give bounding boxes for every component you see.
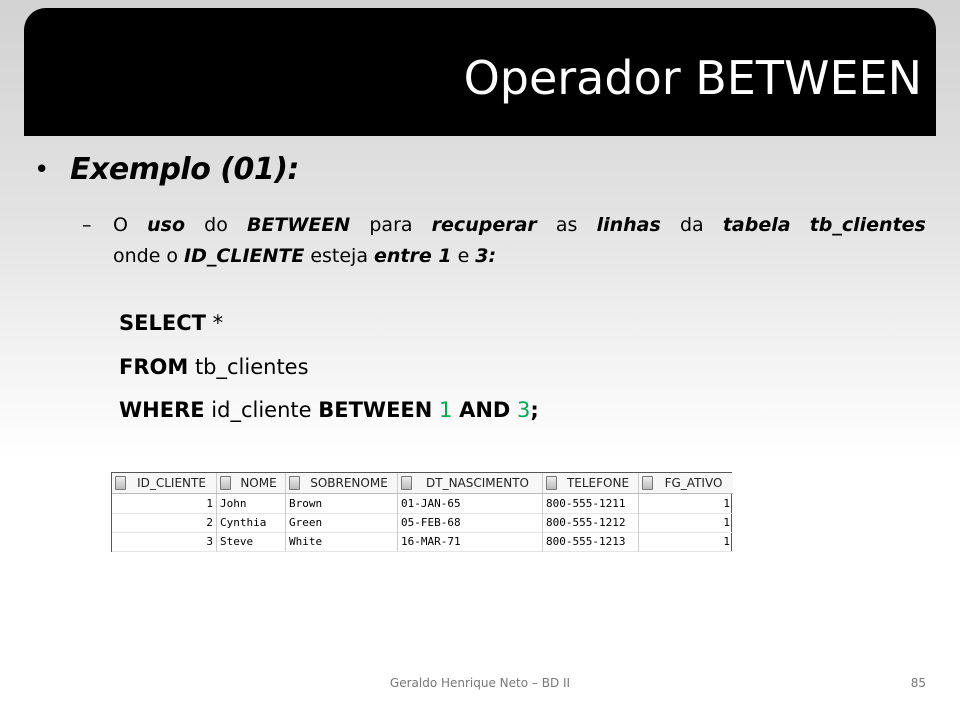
column-header[interactable]: ID_CLIENTE <box>112 473 217 493</box>
sql-keyword: AND <box>459 398 511 422</box>
table-cell: White <box>286 532 398 552</box>
sub-bullet-word: tb_clientes <box>809 214 926 236</box>
column-header-label: ID_CLIENTE <box>137 476 206 490</box>
slide-title: Operador BETWEEN <box>463 51 922 105</box>
table-cell: 16-MAR-71 <box>398 532 543 552</box>
sub-bullet-word: da <box>679 214 704 236</box>
table-cell: 800-555-1212 <box>543 513 639 533</box>
table-cell: 800-555-1213 <box>543 532 639 552</box>
column-header-label: NOME <box>240 476 277 490</box>
table-cell: Steve <box>217 532 286 552</box>
footer-author: Geraldo Henrique Neto – BD II <box>389 676 571 690</box>
sql-keyword: WHERE <box>119 398 205 422</box>
column-header[interactable]: DT_NASCIMENTO <box>398 473 543 493</box>
table-cell: Cynthia <box>217 513 286 533</box>
column-header[interactable]: NOME <box>217 473 286 493</box>
column-type-icon <box>115 476 126 490</box>
column-header[interactable]: TELEFONE <box>543 473 639 493</box>
column-header[interactable]: FG_ATIVO <box>639 473 733 493</box>
table-cell: 800-555-1211 <box>543 494 639 514</box>
sub-bullet-word: e <box>457 245 470 267</box>
sub-bullet-word: recuperar <box>431 214 537 236</box>
table-row[interactable]: 3 Steve White 16-MAR-71 800-555-1213 1 <box>112 532 733 552</box>
sql-keyword: SELECT <box>119 311 206 335</box>
sql-text: id_cliente <box>204 398 319 422</box>
table-row[interactable]: 1 John Brown 01-JAN-65 800-555-1211 1 <box>112 494 733 514</box>
sub-bullet-line-1: Ouso do BETWEEN para recuperar as linhas da tabe… <box>113 210 926 241</box>
column-type-icon <box>220 476 231 490</box>
bullet-dot-icon: • <box>34 155 50 185</box>
sql-line-from: FROM tb_clientes <box>119 352 309 382</box>
column-type-icon <box>546 476 557 490</box>
column-type-icon <box>642 476 653 490</box>
sql-text: tb_clientes <box>188 355 309 379</box>
table-cell: Green <box>286 513 398 533</box>
sub-bullet-word: as <box>555 214 578 236</box>
table-cell: Brown <box>286 494 398 514</box>
sql-number: 1 <box>439 398 453 422</box>
sql-line-select: SELECT * <box>119 308 223 338</box>
table-cell: 3 <box>112 532 217 552</box>
sub-bullet-word: esteja <box>310 245 368 267</box>
sub-bullet-word: o <box>166 245 179 267</box>
sql-semicolon: ; <box>530 398 539 422</box>
table-cell: 2 <box>112 513 217 533</box>
sub-bullet-word: do <box>204 214 228 236</box>
column-header-label: DT_NASCIMENTO <box>426 476 529 490</box>
column-type-icon <box>401 476 412 490</box>
column-header-label: TELEFONE <box>566 476 630 490</box>
column-header[interactable]: SOBRENOME <box>286 473 398 493</box>
table-cell: 1 <box>639 513 733 533</box>
query-result-grid: ID_CLIENTE NOME SOBRENOME DT_NASCIMENTO TELE… <box>111 472 733 552</box>
sub-bullet-word: uso <box>147 214 185 236</box>
sql-number: 3 <box>517 398 531 422</box>
sub-bullet-word: BETWEEN <box>246 214 351 236</box>
dash-icon: – <box>82 214 92 236</box>
table-row[interactable]: 2 Cynthia Green 05-FEB-68 800-555-1212 1 <box>112 513 733 533</box>
table-cell: 01-JAN-65 <box>398 494 543 514</box>
title-bar: Operador BETWEEN <box>24 8 936 136</box>
table-cell: 1 <box>639 532 733 552</box>
sub-bullet-word: entre 1 <box>373 245 452 267</box>
column-header-label: FG_ATIVO <box>664 476 723 490</box>
grid-header-row: ID_CLIENTE NOME SOBRENOME DT_NASCIMENTO TELE… <box>112 473 733 494</box>
table-cell: 1 <box>112 494 217 514</box>
sub-bullet-word: 3: <box>475 245 497 267</box>
bullet-heading: Exemplo (01): <box>70 152 299 187</box>
table-cell: John <box>217 494 286 514</box>
column-header-label: SOBRENOME <box>310 476 388 490</box>
sub-bullet-word: linhas <box>596 214 661 236</box>
sub-bullet-word: ID_CLIENTE <box>184 245 305 267</box>
page-number: 85 <box>910 676 926 690</box>
column-type-icon <box>289 476 300 490</box>
sql-keyword: BETWEEN <box>318 398 433 422</box>
sql-line-where: WHERE id_cliente BETWEEN 1 AND 3; <box>119 395 539 425</box>
sub-bullet-word: tabela <box>722 214 791 236</box>
table-cell: 1 <box>639 494 733 514</box>
sub-bullet-word: para <box>369 214 413 236</box>
sub-bullet-word: O <box>113 214 128 236</box>
sub-bullet-line-2: onde o ID_CLIENTE esteja entre 1 e 3: <box>113 241 502 272</box>
sql-keyword: FROM <box>119 355 189 379</box>
table-cell: 05-FEB-68 <box>398 513 543 533</box>
sql-text: * <box>205 311 224 335</box>
sub-bullet-word: onde <box>113 245 161 267</box>
